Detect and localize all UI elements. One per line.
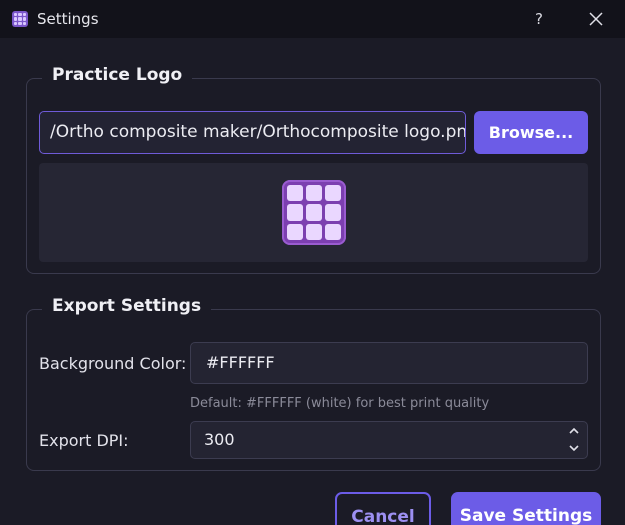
background-color-hint: Default: #FFFFFF (white) for best print … [190, 396, 490, 411]
save-settings-button[interactable]: Save Settings [451, 492, 601, 525]
dpi-increment-button[interactable] [561, 422, 587, 440]
export-settings-title: Export Settings [42, 296, 212, 316]
logo-path-input[interactable]: /Ortho composite maker/Orthocomposite lo… [39, 111, 466, 154]
close-button[interactable] [584, 8, 608, 30]
cancel-button[interactable]: Cancel [335, 492, 431, 525]
chevron-up-icon [569, 427, 579, 434]
logo-grid-icon [282, 180, 346, 245]
settings-dialog: Settings ? Practice Logo /Ortho composit… [0, 0, 625, 525]
practice-logo-title: Practice Logo [42, 65, 193, 85]
browse-button[interactable]: Browse... [474, 111, 588, 154]
help-button[interactable]: ? [530, 8, 548, 30]
dpi-spinner [561, 422, 587, 458]
export-dpi-input[interactable]: 300 [190, 421, 588, 459]
export-dpi-label: Export DPI: [39, 431, 129, 450]
window-title: Settings [37, 10, 99, 28]
chevron-down-icon [569, 445, 579, 452]
dpi-decrement-button[interactable] [561, 440, 587, 458]
background-color-input[interactable]: #FFFFFF [190, 342, 588, 384]
close-icon [589, 12, 603, 26]
title-bar: Settings ? [0, 0, 625, 38]
background-color-label: Background Color: [39, 354, 187, 373]
app-grid-icon [12, 11, 28, 27]
